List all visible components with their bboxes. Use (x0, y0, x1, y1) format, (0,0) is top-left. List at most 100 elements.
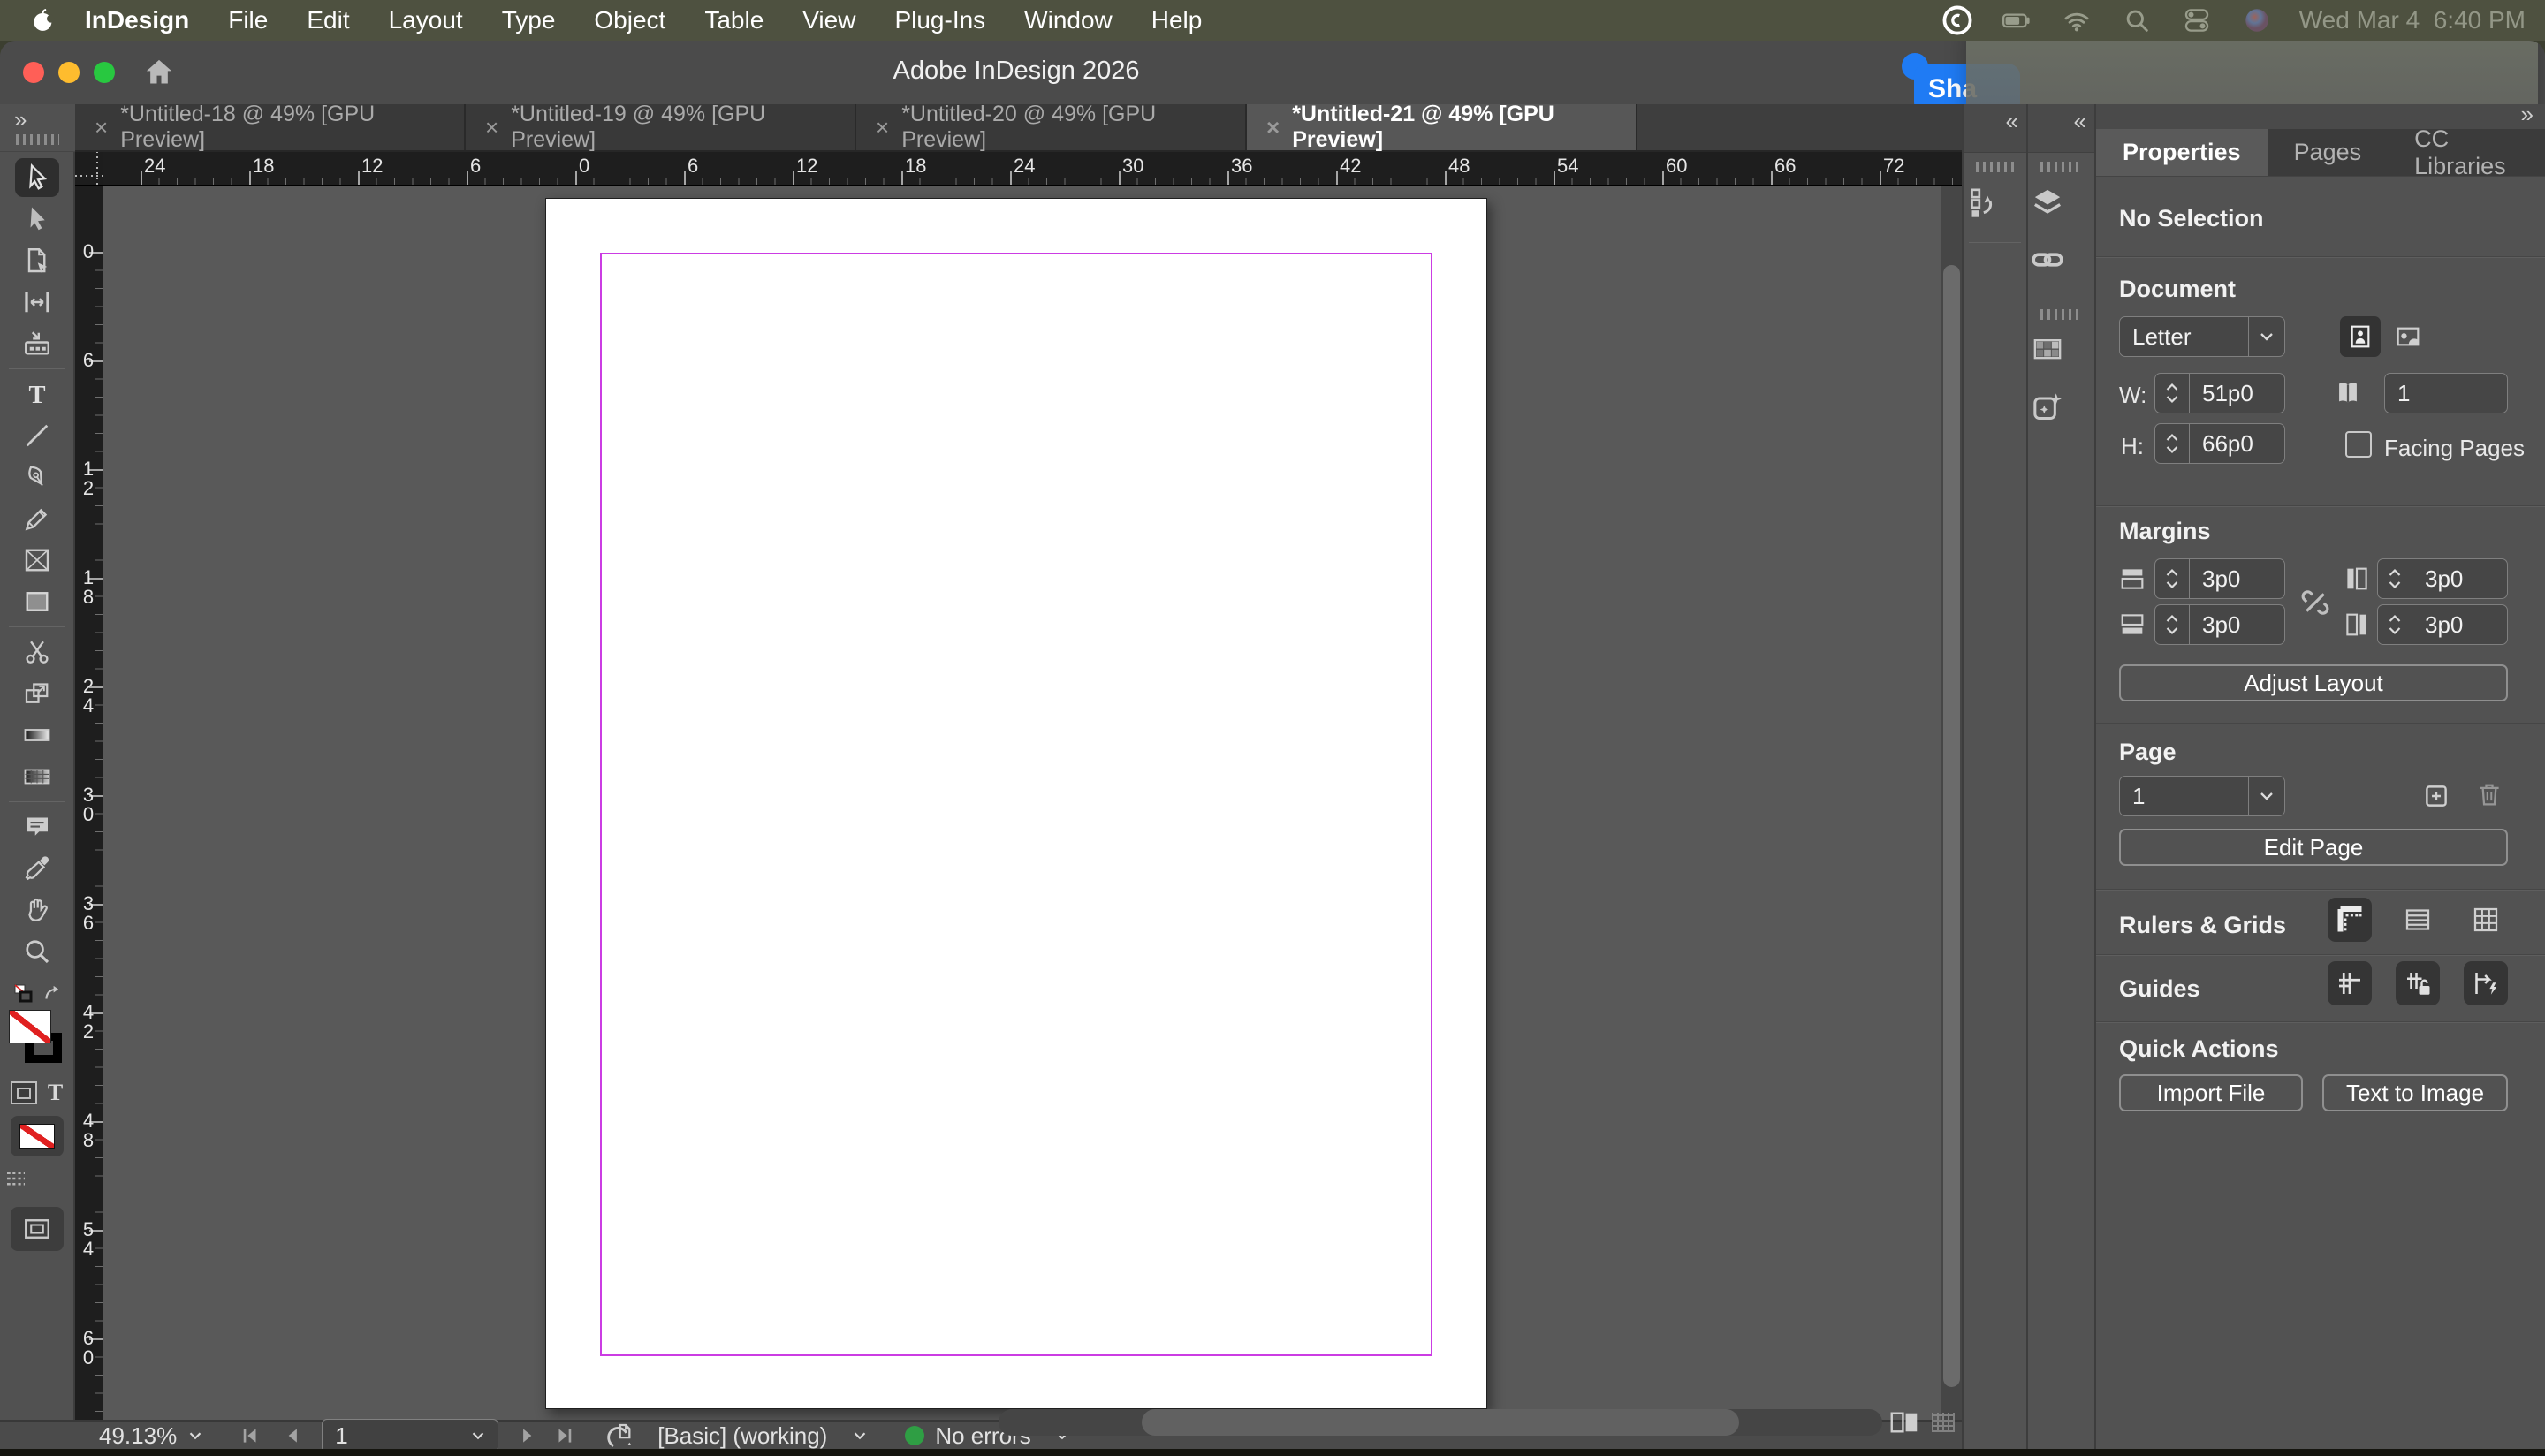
search-icon[interactable] (2119, 5, 2154, 35)
add-page-icon[interactable] (2421, 781, 2451, 811)
panel-tab-properties[interactable]: Properties (2096, 129, 2268, 176)
height-field[interactable]: 66p0 (2154, 423, 2285, 464)
margin-left-field[interactable]: 3p0 (2377, 558, 2508, 599)
vertical-ruler[interactable]: 0 6 1 2 1 8 2 4 3 0 3 6 4 2 4 8 5 4 6 0 (75, 186, 103, 1423)
panel-tab-pages[interactable]: Pages (2268, 129, 2389, 176)
delete-page-icon[interactable] (2474, 779, 2504, 809)
guides-button[interactable] (2328, 961, 2372, 1005)
swatches-icon[interactable] (2028, 332, 2067, 368)
collapse-panel-icon[interactable]: » (2521, 101, 2534, 128)
menu-item-plug-ins[interactable]: Plug-Ins (894, 6, 985, 34)
rectangle-tool[interactable] (15, 582, 59, 621)
zoom-level[interactable]: 49.13% (99, 1422, 177, 1450)
control-center-icon[interactable] (2179, 5, 2215, 35)
pages-count-field[interactable]: 1 (2384, 373, 2508, 413)
import-file-button[interactable]: Import File (2119, 1074, 2303, 1111)
scissors-tool[interactable] (15, 633, 59, 671)
portrait-orientation-button[interactable] (2340, 316, 2381, 357)
panel-tab-cc-libraries[interactable]: CC Libraries (2388, 125, 2545, 179)
pencil-tool[interactable] (15, 499, 59, 538)
dock-grip-handle[interactable] (2040, 162, 2082, 172)
menu-item-help[interactable]: Help (1151, 6, 1203, 34)
preflight-preset[interactable]: [Basic] (working) (657, 1422, 827, 1450)
document-grid-button[interactable] (2464, 898, 2508, 942)
tab-close-icon[interactable]: × (485, 114, 498, 141)
edit-page-button[interactable]: Edit Page (2119, 829, 2508, 866)
menu-item-view[interactable]: View (802, 6, 855, 34)
link-icon[interactable] (2028, 242, 2067, 277)
previous-page-icon[interactable] (281, 1424, 304, 1447)
menu-clock[interactable]: Wed Mar 4 6:40 PM (2299, 6, 2526, 34)
vertical-scrollbar[interactable] (1941, 186, 1962, 1423)
preset-chevron-icon[interactable] (850, 1426, 870, 1445)
horizontal-ruler[interactable]: 24 18 12 6 0 6 12 18 24 30 36 42 48 54 60 66 72 (75, 152, 1962, 186)
siri-icon[interactable] (2239, 5, 2275, 35)
collapse-dock-icon[interactable]: « (2074, 108, 2087, 135)
selection-tool[interactable] (14, 158, 59, 197)
next-page-icon[interactable] (516, 1424, 539, 1447)
formatting-affects-text-icon[interactable]: T (48, 1080, 63, 1106)
width-field[interactable]: 51p0 (2154, 373, 2285, 413)
zoom-tool[interactable] (15, 932, 59, 971)
formatting-affects-container-icon[interactable] (10, 1081, 37, 1104)
menu-item-type[interactable]: Type (502, 6, 556, 34)
fill-box-none[interactable] (8, 1010, 51, 1043)
margin-right-stepper[interactable] (2378, 605, 2412, 644)
page-tool[interactable] (15, 241, 59, 280)
menu-item-edit[interactable]: Edit (307, 6, 349, 34)
document-tab[interactable]: × *Untitled-21 @ 49% [GPU Preview] (1247, 102, 1637, 152)
view-options-icon[interactable] (0, 1165, 32, 1192)
margin-top-stepper[interactable] (2155, 559, 2190, 598)
adjust-layout-button[interactable]: Adjust Layout (2119, 664, 2508, 701)
chain-broken-icon[interactable] (2298, 585, 2333, 620)
dock-grip-handle[interactable] (2040, 309, 2082, 320)
swap-fill-stroke-icon[interactable] (41, 982, 64, 1005)
lock-guides-button[interactable] (2396, 961, 2440, 1005)
apple-icon[interactable] (30, 5, 57, 35)
tab-close-icon[interactable]: × (1266, 114, 1280, 141)
document-tab[interactable]: × *Untitled-18 @ 49% [GPU Preview] (75, 102, 466, 152)
content-collector-tool[interactable] (15, 324, 59, 363)
gradient-tool[interactable] (15, 716, 59, 755)
resize-grip-icon[interactable] (1932, 1413, 1955, 1432)
horizontal-scrollbar-thumb[interactable] (1142, 1409, 1739, 1436)
text-to-image-button[interactable]: Text to Image (2322, 1074, 2508, 1111)
layers-icon[interactable] (2028, 185, 2067, 220)
eyedropper-tool[interactable] (15, 849, 59, 888)
apply-none-button[interactable] (10, 1116, 64, 1156)
status-page-field[interactable]: 1 (322, 1419, 499, 1449)
zoom-chevron-icon[interactable] (186, 1426, 205, 1445)
last-page-icon[interactable] (553, 1424, 576, 1447)
menu-item-table[interactable]: Table (704, 6, 764, 34)
first-page-icon[interactable] (239, 1424, 262, 1447)
margin-left-stepper[interactable] (2378, 559, 2412, 598)
height-stepper[interactable] (2155, 424, 2190, 463)
baseline-grid-button[interactable] (2396, 898, 2440, 942)
history-icon[interactable] (1964, 185, 2002, 220)
document-page[interactable] (545, 198, 1487, 1409)
screen-mode-button[interactable] (10, 1207, 64, 1251)
ruler-corner-button[interactable] (2328, 898, 2372, 942)
page-size-dropdown[interactable]: Letter (2119, 316, 2285, 357)
margin-bottom-stepper[interactable] (2155, 605, 2190, 644)
facing-pages-checkbox[interactable] (2345, 431, 2372, 458)
tab-close-icon[interactable]: × (876, 114, 889, 141)
mini-fill-stroke-icon[interactable] (11, 982, 35, 1004)
tab-close-icon[interactable]: × (95, 114, 108, 141)
width-stepper[interactable] (2155, 374, 2190, 413)
free-transform-tool[interactable] (15, 674, 59, 713)
frame-tool[interactable] (15, 541, 59, 580)
type-tool[interactable]: T (15, 375, 59, 413)
note-tool[interactable] (15, 808, 59, 846)
vertical-scrollbar-thumb[interactable] (1943, 265, 1960, 1387)
cc-logo-icon[interactable] (1941, 4, 1974, 37)
document-tab[interactable]: × *Untitled-19 @ 49% [GPU Preview] (466, 102, 856, 152)
menu-app-name[interactable]: InDesign (85, 6, 189, 34)
dock-grip-handle[interactable] (1976, 162, 2014, 172)
landscape-orientation-button[interactable] (2388, 316, 2428, 357)
ruler-origin-corner[interactable] (75, 152, 103, 186)
expand-toolbar-icon[interactable]: » (14, 106, 27, 133)
ai-generate-icon[interactable] (2028, 390, 2067, 425)
margin-right-field[interactable]: 3p0 (2377, 604, 2508, 645)
spread-view-icon[interactable] (1888, 1406, 1921, 1439)
